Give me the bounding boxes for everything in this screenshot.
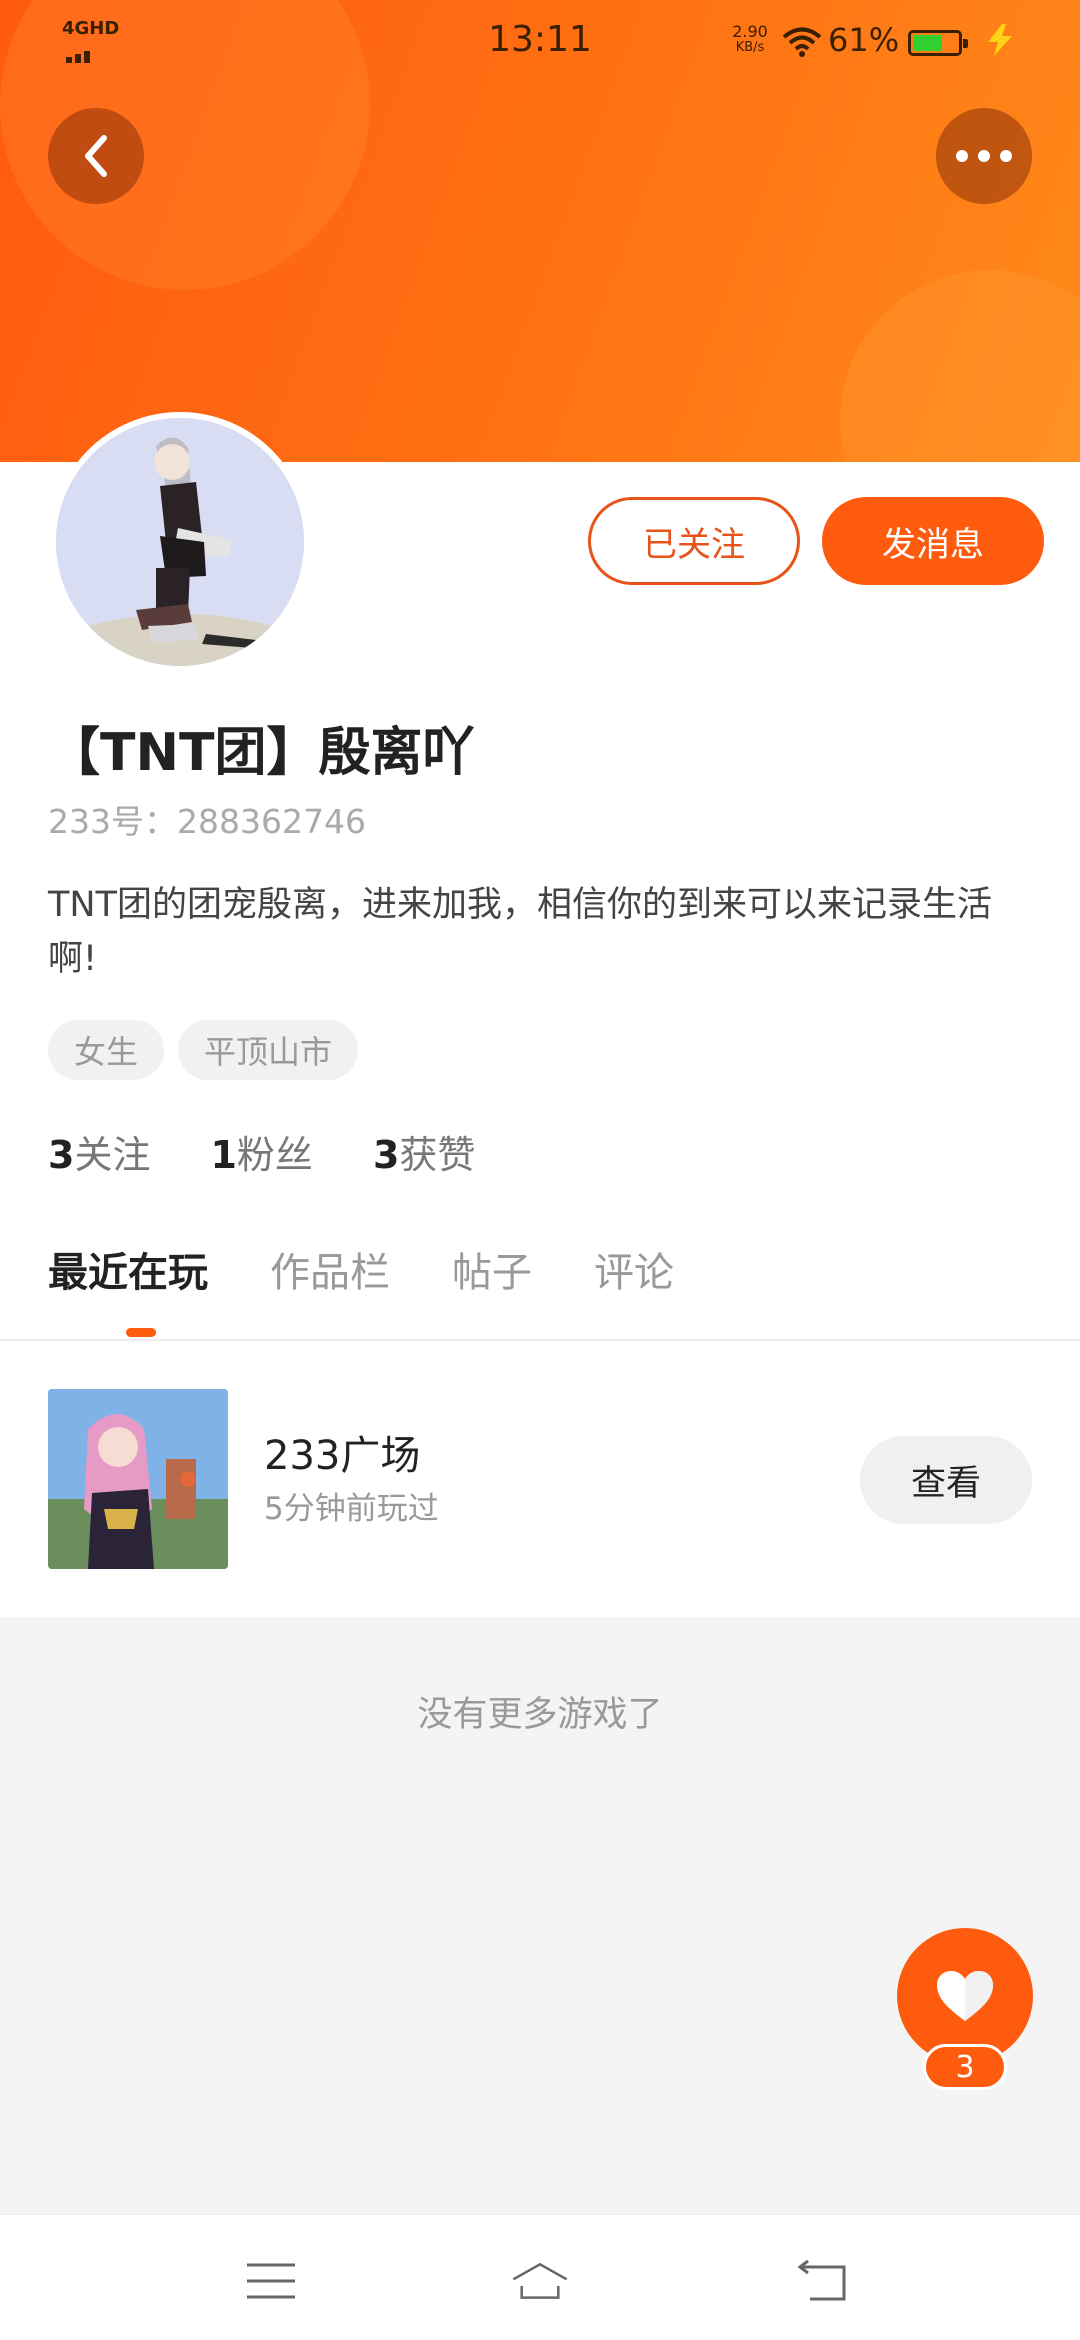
game-name: 233广场 xyxy=(264,1433,421,1479)
stat-likes[interactable]: 3获赞 xyxy=(373,1130,475,1180)
speed-value: 2.90 xyxy=(732,22,768,41)
avatar[interactable] xyxy=(50,412,310,672)
stat-fans[interactable]: 1粉丝 xyxy=(210,1130,312,1180)
wifi-icon xyxy=(782,26,822,62)
back-icon xyxy=(797,2259,846,2301)
tab-works[interactable]: 作品栏 xyxy=(270,1245,390,1301)
list-item[interactable]: 233广场 5分钟前玩过 查看 xyxy=(0,1341,1080,1617)
network-speed: 2.90 KB/s xyxy=(728,24,772,56)
avatar-image xyxy=(56,418,304,666)
username: 【TNT团】殷离吖 xyxy=(48,723,475,783)
like-count-badge: 3 xyxy=(923,2044,1007,2090)
no-more-games-text: 没有更多游戏了 xyxy=(417,1695,663,1735)
user-tags: 女生 平顶山市 xyxy=(48,1020,359,1080)
banner-decoration xyxy=(840,270,1080,462)
stat-following[interactable]: 3关注 xyxy=(48,1130,150,1180)
more-button[interactable] xyxy=(936,108,1032,204)
menu-icon xyxy=(247,2263,295,2299)
more-dots-icon xyxy=(956,150,1012,162)
view-game-button[interactable]: 查看 xyxy=(860,1436,1032,1524)
tag-location: 平顶山市 xyxy=(178,1020,359,1080)
tab-posts[interactable]: 帖子 xyxy=(452,1245,532,1301)
system-nav-bar xyxy=(0,2214,1080,2340)
followed-button[interactable]: 已关注 xyxy=(588,497,800,585)
nav-back-button[interactable] xyxy=(792,2251,852,2311)
tab-comments[interactable]: 评论 xyxy=(594,1245,674,1301)
game-thumbnail xyxy=(48,1389,228,1569)
user-id: 233号：288362746 xyxy=(48,802,366,841)
nav-home-button[interactable] xyxy=(510,2251,570,2311)
tag-gender: 女生 xyxy=(48,1020,165,1080)
nav-menu-button[interactable] xyxy=(241,2251,301,2311)
battery-icon xyxy=(908,30,968,56)
home-icon xyxy=(512,2262,568,2299)
battery-fill xyxy=(913,35,943,51)
send-message-button[interactable]: 发消息 xyxy=(822,497,1044,585)
back-button[interactable] xyxy=(48,108,144,204)
active-tab-indicator xyxy=(126,1328,156,1337)
tab-recently-played[interactable]: 最近在玩 xyxy=(48,1245,208,1301)
speed-unit: KB/s xyxy=(735,40,765,55)
profile-tabs: 最近在玩 作品栏 帖子 评论 xyxy=(48,1245,736,1301)
status-bar: 4GHD 13:11 2.90 KB/s 61% xyxy=(0,0,1080,84)
heart-icon xyxy=(937,1971,993,2021)
user-bio: TNT团的团宠殷离，进来加我，相信你的到来可以来记录生活啊! xyxy=(48,885,992,979)
user-stats: 3关注 1粉丝 3获赞 xyxy=(48,1130,475,1180)
battery-percent: 61% xyxy=(828,21,900,59)
header-banner: 4GHD 13:11 2.90 KB/s 61% xyxy=(0,0,1080,462)
game-last-played: 5分钟前玩过 xyxy=(264,1491,439,1527)
chevron-left-icon xyxy=(85,135,107,177)
charging-icon xyxy=(980,22,1020,62)
